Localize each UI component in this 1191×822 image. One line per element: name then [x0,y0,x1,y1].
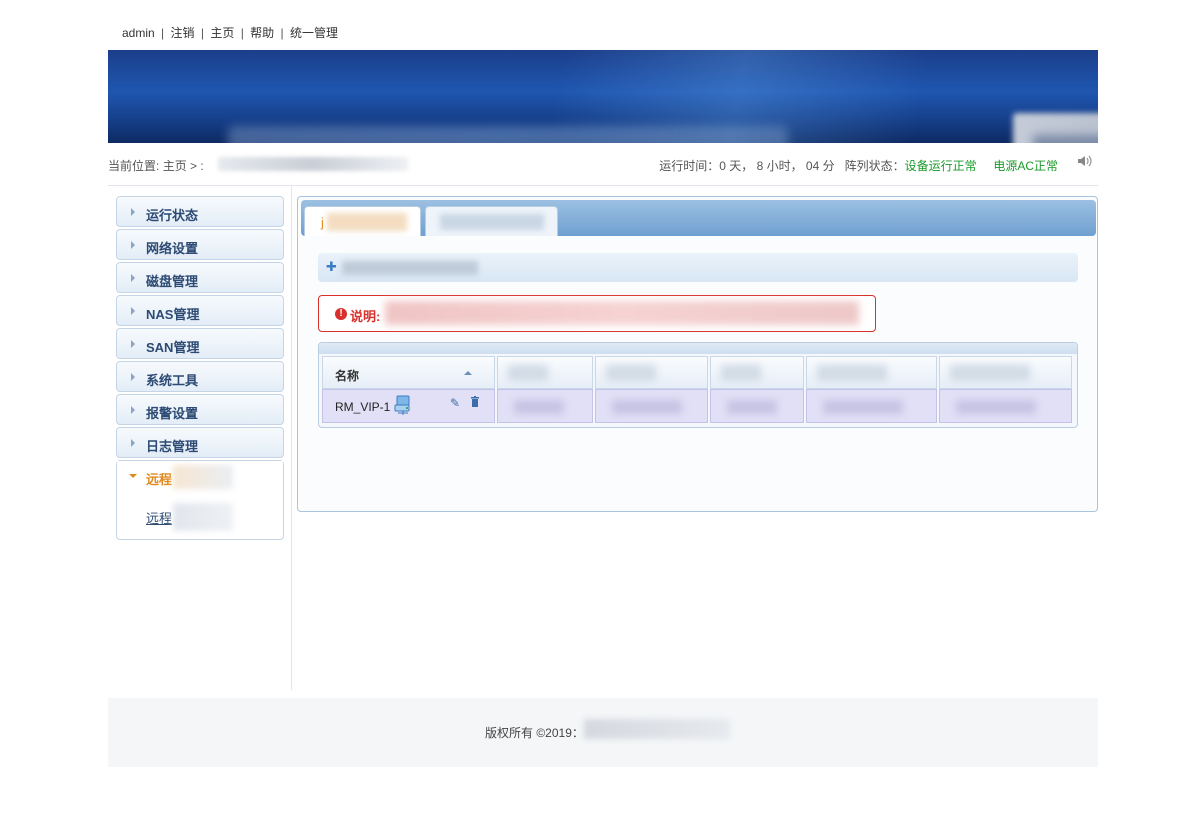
redacted-label [173,465,233,489]
column-header-name[interactable]: 名称 [322,356,495,389]
table-row[interactable]: RM_VIP-1 ✎ [322,389,1072,423]
cell [497,389,593,423]
cell [939,389,1072,423]
banner-logo-redacted [1013,113,1098,143]
column-header[interactable] [710,356,804,389]
copyright: 版权所有 ©2019： [485,726,584,740]
notice-label: 说明: [350,309,381,324]
cell [595,389,708,423]
home-link[interactable]: 主页 [210,26,234,40]
redacted-label [342,261,478,275]
speaker-icon[interactable] [1076,154,1092,168]
sidebar: 运行状态 网络设置 磁盘管理 NAS管理 SAN管理 系统工具 报警设置 日志管… [116,196,284,540]
tab-active[interactable]: j [304,206,421,236]
banner-title-redacted [228,126,788,143]
cell [806,389,937,423]
sidebar-group-remote: 远程 远程 [116,460,284,540]
divider [108,185,1098,186]
username: admin [122,26,155,40]
sidebar-subitem-remote[interactable]: 远程 [146,508,172,527]
sidebar-item-nas[interactable]: NAS管理 [116,295,284,326]
location-bar: 当前位置: 主页 > : 运行时间：0 天， 8 小时， 04 分 阵列状态：设… [108,154,1098,177]
footer: 版权所有 ©2019： [108,698,1098,767]
header-banner [108,50,1098,143]
chevron-down-icon [129,474,137,478]
breadcrumb-redacted [218,157,408,171]
sidebar-item-run-status[interactable]: 运行状态 [116,196,284,227]
power-status: 电源AC正常 [993,159,1058,173]
edit-icon[interactable]: ✎ [450,396,460,410]
redacted-company [584,719,730,739]
tab-second[interactable] [425,206,558,236]
divider [291,186,292,690]
delete-icon[interactable] [470,396,480,410]
redacted-label [440,214,544,230]
chevron-right-icon [131,208,135,216]
redacted-label [327,213,407,231]
chevron-right-icon [131,307,135,315]
sidebar-item-tools[interactable]: 系统工具 [116,361,284,392]
table: 名称 RM_VIP-1 ✎ [320,356,1074,423]
logout-link[interactable]: 注销 [171,26,195,40]
table-header-row: 名称 [322,356,1072,389]
sidebar-item-san[interactable]: SAN管理 [116,328,284,359]
tab-bar: j [301,200,1096,236]
help-link[interactable]: 帮助 [250,26,274,40]
chevron-right-icon [131,373,135,381]
notice-box: ! 说明: [318,295,876,332]
sidebar-item-network[interactable]: 网络设置 [116,229,284,260]
runtime-value: 0 天， 8 小时， 04 分 [719,159,835,173]
sidebar-item-remote[interactable]: 远程 [117,461,283,491]
redacted-notice-text [385,301,859,325]
sidebar-item-alarm[interactable]: 报警设置 [116,394,284,425]
chevron-right-icon [131,340,135,348]
plus-icon: ✚ [326,259,337,274]
chevron-right-icon [131,241,135,249]
redacted-label [173,503,233,531]
main-panel: j ✚ ! 说明: 名称 RM_VIP-1 ✎ [297,196,1098,512]
system-status: 运行时间：0 天， 8 小时， 04 分 阵列状态：设备运行正常 电源AC正常 [659,159,1058,173]
add-button[interactable]: ✚ [318,253,1078,282]
sidebar-item-disk[interactable]: 磁盘管理 [116,262,284,293]
column-header[interactable] [806,356,937,389]
chevron-right-icon [131,274,135,282]
breadcrumb: 当前位置: 主页 > : [108,159,204,173]
array-status: 设备运行正常 [904,159,977,173]
column-header[interactable] [939,356,1072,389]
data-table: 名称 RM_VIP-1 ✎ [318,342,1078,428]
sidebar-item-log[interactable]: 日志管理 [116,427,284,458]
chevron-right-icon [131,439,135,447]
column-header[interactable] [595,356,708,389]
user-links: admin | 注销 | 主页 | 帮助 | 统一管理 [122,26,338,40]
cell-name: RM_VIP-1 ✎ [322,389,495,423]
column-header[interactable] [497,356,593,389]
breadcrumb-home[interactable]: 主页 [163,159,187,173]
unified-management-link[interactable]: 统一管理 [290,26,338,40]
chevron-right-icon [131,406,135,414]
table-toolbar [319,343,1077,354]
cell [710,389,804,423]
network-device-icon [394,394,412,418]
sort-ascending-icon[interactable] [464,371,472,375]
info-circle-icon: ! [335,308,347,320]
